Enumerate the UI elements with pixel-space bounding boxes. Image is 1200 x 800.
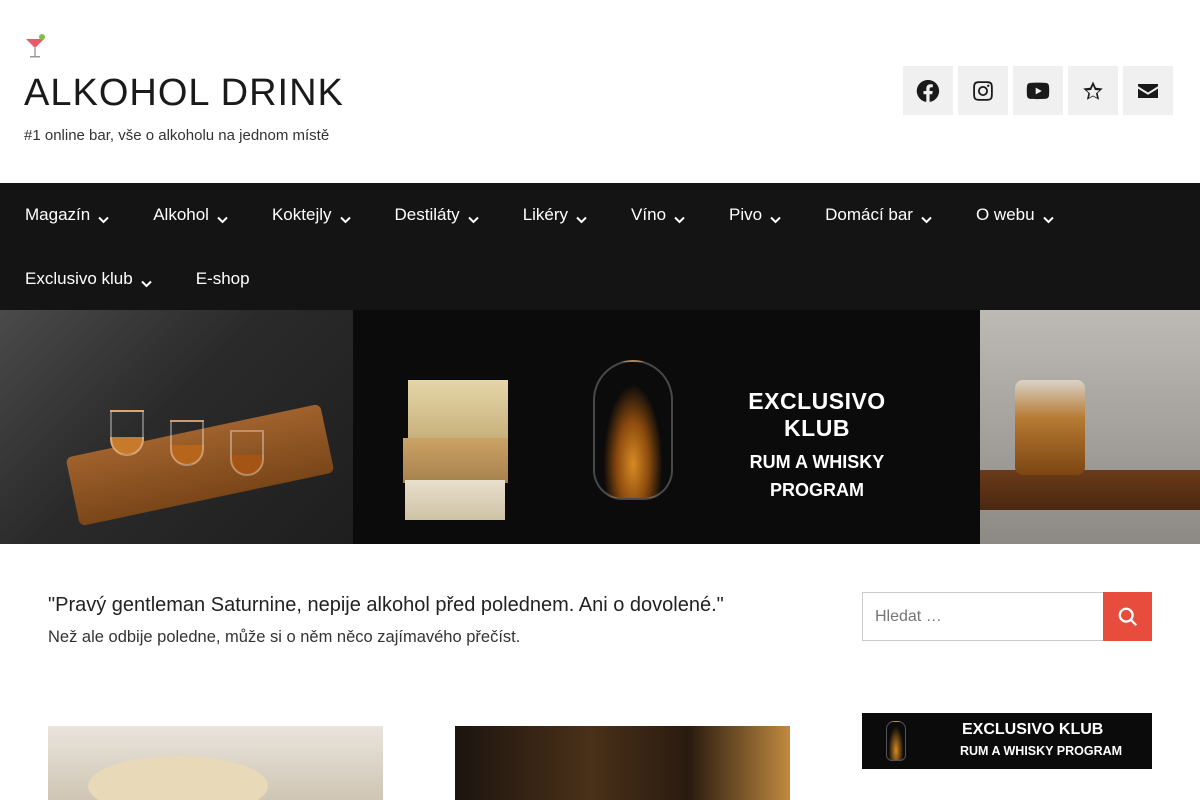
intro-quote: "Pravý gentleman Saturnine, nepije alkoh… — [48, 594, 724, 616]
article-thumbnail[interactable] — [455, 726, 790, 800]
tasting-glass — [110, 410, 144, 456]
wooden-tray — [980, 470, 1200, 510]
whisky-glass-image — [886, 721, 906, 761]
chevron-down-icon — [1042, 210, 1054, 223]
chevron-down-icon — [674, 210, 685, 223]
site-tagline: #1 online bar, vše o alkoholu na jednom … — [24, 127, 330, 144]
instagram-icon — [973, 80, 993, 101]
nav-item-destilaty[interactable]: Destiláty — [395, 203, 479, 227]
sidebar-banner-subheading: RUM A WHISKY PROGRAM — [960, 744, 1123, 758]
chevron-down-icon — [141, 274, 152, 287]
nav-item-label: Koktejly — [271, 205, 332, 224]
nav-item-alkohol[interactable]: Alkohol — [153, 203, 228, 227]
tasting-board-image — [0, 310, 353, 544]
nav-item-likery[interactable]: Likéry — [523, 203, 587, 227]
banner-heading: EXCLUSIVO KLUB — [748, 388, 886, 441]
cocktail-glass-icon[interactable] — [24, 33, 46, 59]
gift-box — [408, 380, 508, 440]
nav-item-domaci-bar[interactable]: Domácí bar — [825, 203, 932, 227]
facebook-icon — [916, 79, 940, 102]
hero-banner[interactable]: EXCLUSIVO KLUB RUM A WHISKY PROGRAM — [0, 310, 1200, 544]
chevron-down-icon — [339, 210, 351, 223]
sidebar-promo-banner[interactable]: EXCLUSIVO KLUB RUM A WHISKY PROGRAM — [862, 713, 1152, 769]
chevron-down-icon — [98, 210, 109, 223]
decanter — [1015, 380, 1085, 475]
chevron-down-icon — [217, 210, 228, 223]
gift-box — [405, 480, 505, 520]
whisky-glass-image — [593, 360, 673, 500]
star-icon — [1083, 81, 1103, 100]
nav-item-label: Destiláty — [394, 205, 460, 224]
chevron-down-icon — [921, 210, 932, 223]
social-links — [903, 66, 1173, 115]
main-navigation: Magazín Alkohol Koktejly Destiláty Likér… — [0, 183, 1200, 310]
search-form — [862, 592, 1152, 641]
nav-item-e-shop[interactable]: E-shop — [196, 267, 250, 291]
banner-text: EXCLUSIVO KLUB RUM A WHISKY PROGRAM — [715, 388, 919, 504]
chevron-down-icon — [467, 210, 479, 223]
nav-item-label: Magazín — [25, 205, 91, 224]
banner-subheading-2: PROGRAM — [770, 480, 864, 500]
youtube-button[interactable] — [1013, 66, 1063, 115]
tasting-glass — [230, 430, 264, 476]
instagram-button[interactable] — [958, 66, 1008, 115]
nav-item-label: Víno — [631, 205, 667, 224]
site-header: ALKOHOL DRINK #1 online bar, vše o alkoh… — [0, 0, 1200, 183]
banner-promo-panel: EXCLUSIVO KLUB RUM A WHISKY PROGRAM — [353, 310, 980, 544]
nav-item-vino[interactable]: Víno — [631, 203, 685, 227]
chevron-down-icon — [770, 210, 781, 223]
nav-item-label: O webu — [975, 205, 1035, 224]
nav-item-label: Pivo — [729, 205, 763, 224]
search-input[interactable] — [862, 592, 1103, 641]
nav-item-label: Domácí bar — [825, 205, 913, 224]
nav-item-label: Likéry — [522, 205, 569, 224]
nav-row-1: Magazín Alkohol Koktejly Destiláty Likér… — [25, 203, 1098, 227]
intro-subtitle: Než ale odbije poledne, může si o něm ně… — [48, 628, 521, 646]
favorites-button[interactable] — [1068, 66, 1118, 115]
site-title[interactable]: ALKOHOL DRINK — [24, 72, 344, 115]
sidebar-banner-heading: EXCLUSIVO KLUB — [962, 721, 1104, 738]
nav-item-o-webu[interactable]: O webu — [976, 203, 1054, 227]
nav-item-exclusivo-klub[interactable]: Exclusivo klub — [25, 267, 152, 291]
envelope-icon — [1138, 83, 1158, 98]
nav-item-magazin[interactable]: Magazín — [25, 203, 109, 227]
youtube-icon — [1026, 82, 1050, 99]
chevron-down-icon — [576, 210, 587, 223]
banner-subheading-1: RUM A WHISKY — [749, 452, 885, 472]
search-button[interactable] — [1103, 592, 1152, 641]
nav-item-koktejly[interactable]: Koktejly — [272, 203, 351, 227]
nav-item-label: E-shop — [195, 269, 250, 288]
article-thumbnail[interactable] — [48, 726, 383, 800]
facebook-button[interactable] — [903, 66, 953, 115]
gift-box — [403, 438, 508, 483]
nav-item-label: Exclusivo klub — [25, 269, 133, 288]
nav-item-pivo[interactable]: Pivo — [729, 203, 781, 227]
tasting-glass — [170, 420, 204, 466]
nav-row-2: Exclusivo klub E-shop — [25, 267, 294, 291]
nav-item-label: Alkohol — [153, 205, 209, 224]
search-icon — [1118, 607, 1137, 626]
decanter-image — [980, 310, 1200, 544]
email-button[interactable] — [1123, 66, 1173, 115]
